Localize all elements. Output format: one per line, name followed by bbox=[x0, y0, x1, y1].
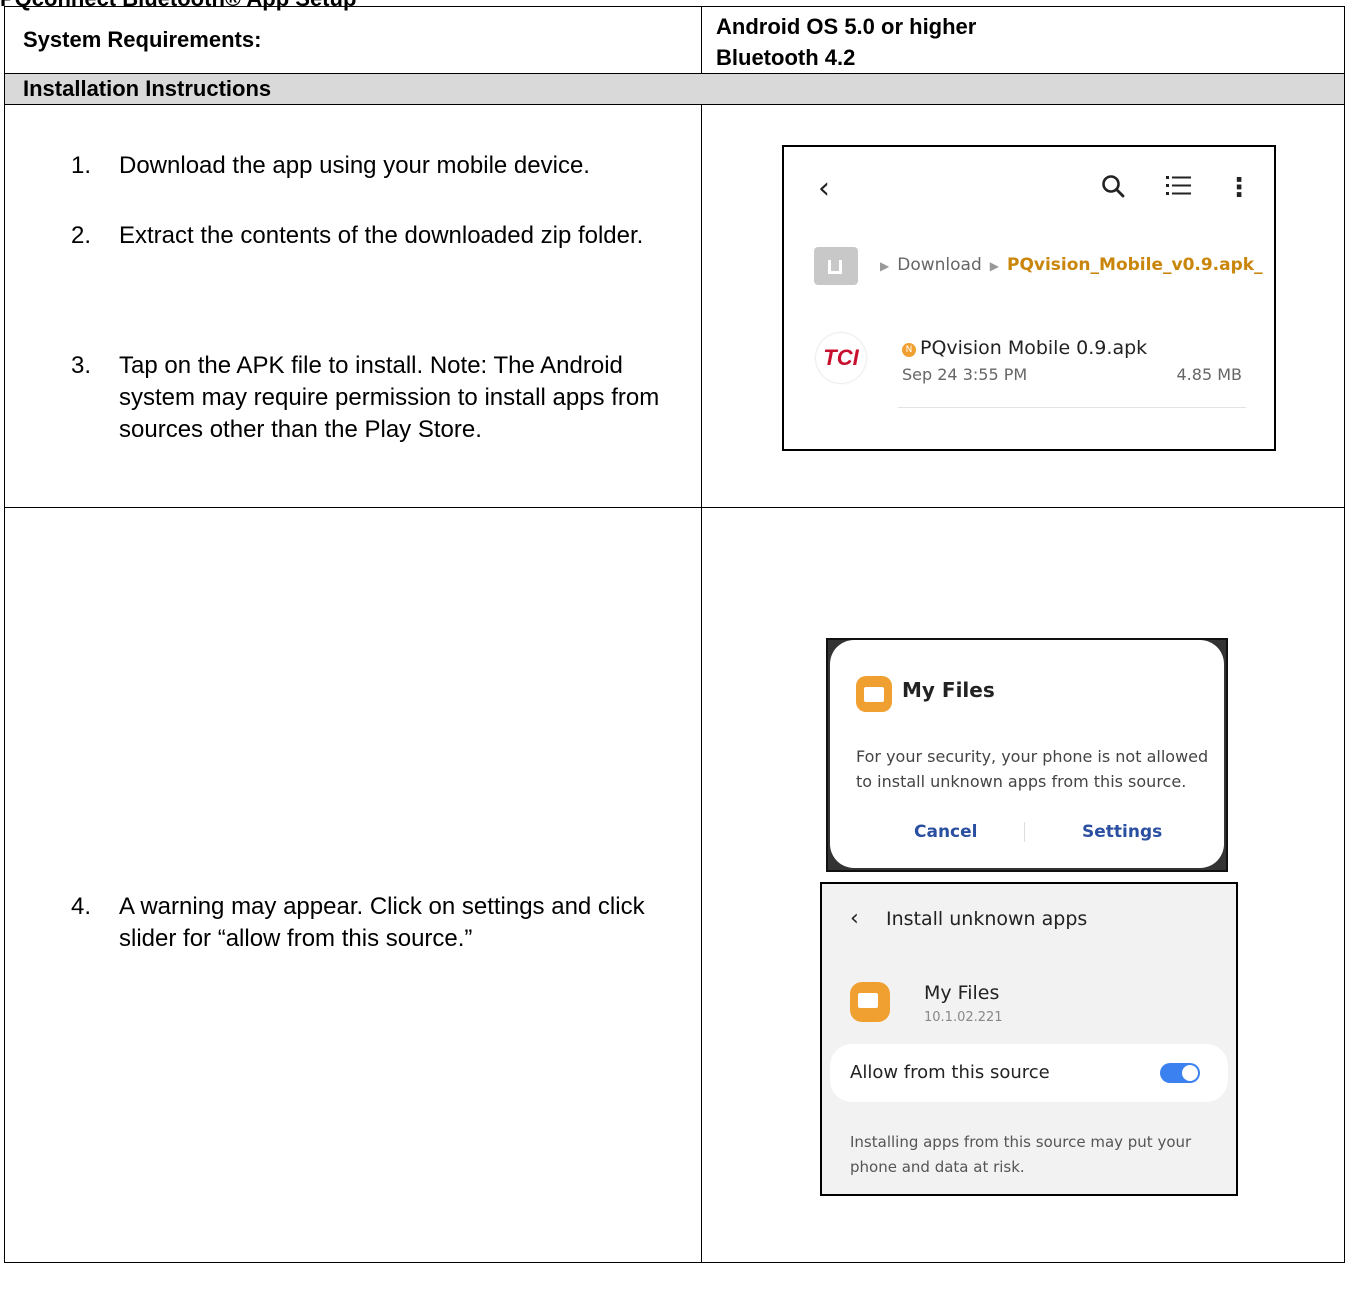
security-dialog-screenshot: My Files For your security, your phone i… bbox=[826, 638, 1228, 872]
file-browser-screenshot: ‹ ⋮ ▶ Download ▶ PQvision_Mobile_v0.9.apk_ bbox=[782, 145, 1276, 451]
step-4: 4. A warning may appear. Click on settin… bbox=[71, 891, 661, 955]
folder-icon bbox=[850, 982, 890, 1022]
breadcrumb: ▶ Download ▶ PQvision_Mobile_v0.9.apk_ bbox=[872, 255, 1263, 275]
tci-logo-icon: TCI bbox=[816, 333, 866, 383]
divider bbox=[898, 407, 1246, 408]
file-name-text: PQvision Mobile 0.9.apk bbox=[920, 337, 1148, 359]
steps-cell-2: 4. A warning may appear. Click on settin… bbox=[4, 507, 702, 1263]
step-number: 2. bbox=[71, 222, 92, 249]
app-name: My Files bbox=[924, 982, 1000, 1004]
step-number: 3. bbox=[71, 352, 92, 379]
file-size: 4.85 MB bbox=[1176, 365, 1243, 384]
search-icon[interactable] bbox=[1100, 173, 1126, 199]
file-name[interactable]: N PQvision Mobile 0.9.apk bbox=[902, 337, 1147, 359]
file-date: Sep 24 3:55 PM bbox=[902, 365, 1028, 384]
step-number: 4. bbox=[71, 893, 92, 920]
screenshot-cell-2: My Files For your security, your phone i… bbox=[701, 507, 1345, 1263]
breadcrumb-current: PQvision_Mobile_v0.9.apk_ bbox=[1006, 255, 1263, 275]
step-1: 1. Download the app using your mobile de… bbox=[71, 150, 661, 182]
app-version: 10.1.02.221 bbox=[924, 1010, 1003, 1025]
requirement-bluetooth: Bluetooth 4.2 bbox=[716, 45, 856, 70]
back-icon[interactable]: ‹ bbox=[818, 171, 830, 206]
step-2: 2. Extract the contents of the downloade… bbox=[71, 220, 661, 252]
breadcrumb-arrow-icon: ▶ bbox=[880, 259, 890, 273]
requirements-label: System Requirements: bbox=[4, 6, 702, 74]
install-unknown-apps-screenshot: ‹ Install unknown apps My Files 10.1.02.… bbox=[820, 882, 1238, 1196]
back-icon[interactable]: ‹ bbox=[850, 906, 859, 931]
step-text: Download the app using your mobile devic… bbox=[119, 152, 590, 179]
settings-button[interactable]: Settings bbox=[1082, 822, 1162, 842]
section-title: Installation Instructions bbox=[4, 73, 1345, 105]
dialog-title: My Files bbox=[902, 678, 995, 702]
step-3: 3. Tap on the APK file to install. Note:… bbox=[71, 350, 661, 446]
step-text: Tap on the APK file to install. Note: Th… bbox=[119, 352, 660, 443]
requirements-values: Android OS 5.0 or higher Bluetooth 4.2 bbox=[701, 6, 1345, 74]
list-view-icon[interactable] bbox=[1166, 175, 1192, 197]
risk-warning: Installing apps from this source may put… bbox=[850, 1133, 1192, 1176]
cancel-button[interactable]: Cancel bbox=[914, 822, 977, 842]
screen-title: Install unknown apps bbox=[886, 908, 1088, 930]
dialog-message: For your security, your phone is not all… bbox=[856, 747, 1209, 791]
steps-cell-1: 1. Download the app using your mobile de… bbox=[4, 104, 702, 508]
screenshot-cell-1: ‹ ⋮ ▶ Download ▶ PQvision_Mobile_v0.9.apk_ bbox=[701, 104, 1345, 508]
home-icon[interactable] bbox=[814, 247, 858, 285]
dialog-card: My Files For your security, your phone i… bbox=[830, 640, 1224, 868]
breadcrumb-folder[interactable]: Download bbox=[897, 255, 982, 275]
folder-icon bbox=[856, 676, 892, 712]
step-text: A warning may appear. Click on settings … bbox=[119, 893, 645, 952]
allow-source-label: Allow from this source bbox=[850, 1062, 1050, 1083]
step-text: Extract the contents of the downloaded z… bbox=[119, 222, 644, 249]
new-badge-icon: N bbox=[902, 343, 916, 357]
instructions-table: System Requirements: Android OS 5.0 or h… bbox=[4, 6, 1345, 1263]
allow-source-row[interactable]: Allow from this source bbox=[830, 1044, 1228, 1102]
step-number: 1. bbox=[71, 152, 92, 179]
allow-source-toggle[interactable] bbox=[1160, 1063, 1200, 1083]
more-options-icon[interactable]: ⋮ bbox=[1226, 173, 1252, 203]
breadcrumb-arrow-icon: ▶ bbox=[989, 259, 999, 273]
button-separator bbox=[1024, 822, 1025, 842]
requirement-os: Android OS 5.0 or higher bbox=[716, 14, 977, 39]
